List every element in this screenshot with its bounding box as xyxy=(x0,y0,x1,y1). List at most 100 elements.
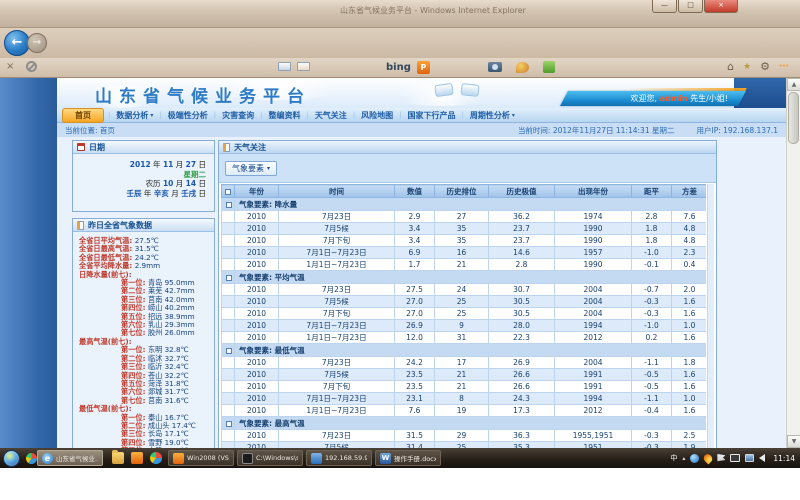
table-cell: 7月5候 xyxy=(279,223,395,235)
forward-button[interactable]: → xyxy=(27,33,47,53)
start-button[interactable] xyxy=(3,450,20,467)
nav-item-4[interactable]: 灾害查询 xyxy=(216,110,260,121)
table-cell: 2.3 xyxy=(672,247,707,259)
tray-clock[interactable]: 11:14 xyxy=(773,454,795,463)
globe-icon[interactable] xyxy=(690,454,699,463)
network-icon[interactable] xyxy=(730,454,740,462)
folder-icon[interactable] xyxy=(112,452,124,464)
taskbar-button-2[interactable]: Win2008 (VS2... xyxy=(168,450,234,466)
nav-item-2[interactable]: 数据分析▾ xyxy=(110,110,159,121)
table-row[interactable]: 20107月下旬23.52126.61991-0.51.6 xyxy=(222,381,707,393)
table-row[interactable]: 20107月1日~7月23日23.1824.31994-1.11.0 xyxy=(222,393,707,405)
panel-scrollbar[interactable] xyxy=(707,184,714,448)
media-player-icon[interactable] xyxy=(150,452,162,464)
overflow-icon[interactable]: ⋯ xyxy=(779,61,790,72)
display-icon[interactable] xyxy=(745,454,754,462)
nav-item-9[interactable]: 周期性分析▾ xyxy=(464,110,521,121)
table-cell: 2010 xyxy=(235,405,279,417)
table-cell: 24 xyxy=(435,284,489,296)
calendar-text: 10 xyxy=(163,179,173,188)
tools-icon[interactable]: ⚙ xyxy=(760,60,770,73)
column-header: 距平 xyxy=(632,185,672,198)
close-button[interactable]: × xyxy=(704,0,738,13)
table-row[interactable]: 20107月23日2.92736.219742.87.6 xyxy=(222,211,707,223)
nav-item-7[interactable]: 风险地图 xyxy=(355,110,399,121)
nav-item-6[interactable]: 天气关注 xyxy=(309,110,353,121)
favorites-icon[interactable]: ★ xyxy=(743,62,751,72)
mail-icon[interactable] xyxy=(297,62,310,71)
select-all-cell xyxy=(222,185,235,198)
group-header-row[interactable]: 气象要素: 最高气温 xyxy=(222,417,707,430)
minimize-button[interactable]: — xyxy=(652,0,677,13)
table-cell: 7月23日 xyxy=(279,430,395,442)
thunder-icon[interactable] xyxy=(702,452,714,464)
nav-item-3[interactable]: 极端性分析 xyxy=(162,110,214,121)
report-icon xyxy=(77,221,84,230)
app-orange-icon[interactable] xyxy=(131,452,143,464)
checkbox-icon[interactable] xyxy=(226,202,232,208)
scroll-up-icon[interactable]: ▲ xyxy=(787,78,800,91)
checkbox-icon[interactable] xyxy=(225,189,231,195)
table-cell: 23.1 xyxy=(395,393,435,405)
checkbox-icon[interactable] xyxy=(226,421,232,427)
page-scrollbar[interactable]: ▲ ▼ xyxy=(786,78,800,448)
snapshot-icon[interactable] xyxy=(278,62,291,71)
table-row[interactable]: 20107月下旬27.02530.52004-0.31.6 xyxy=(222,308,707,320)
pinned-app-icon[interactable] xyxy=(26,453,37,464)
close-toolbar-icon[interactable]: × xyxy=(6,61,14,72)
table-cell: 2012 xyxy=(555,332,632,344)
table-cell: 2010 xyxy=(235,259,279,271)
home-icon[interactable]: ⌂ xyxy=(727,60,734,73)
scroll-down-icon[interactable]: ▼ xyxy=(787,435,800,448)
table-cell: 1月1日~7月23日 xyxy=(279,332,395,344)
camera-extension-icon[interactable] xyxy=(488,62,502,72)
table-row[interactable]: 20107月5候23.52126.61991-0.51.6 xyxy=(222,369,707,381)
table-row[interactable]: 20107月5候27.02530.52004-0.31.6 xyxy=(222,296,707,308)
table-row[interactable]: 20107月1日~7月23日6.91614.61957-1.02.3 xyxy=(222,247,707,259)
calendar-text: 日 xyxy=(196,189,206,198)
taskbar-button-1[interactable]: e山东省气候业... xyxy=(37,450,103,466)
group-header-row[interactable]: 气象要素: 降水量 xyxy=(222,198,707,211)
nav-item-1[interactable]: 首页 xyxy=(62,108,104,123)
table-cell: 1.6 xyxy=(672,332,707,344)
table-cell: 2.5 xyxy=(672,430,707,442)
palette-extension-icon[interactable] xyxy=(516,62,529,73)
table-cell: 2010 xyxy=(235,320,279,332)
action-center-flag-icon[interactable] xyxy=(717,454,725,462)
table-row[interactable]: 20107月23日31.52936.31955,1951-0.32.5 xyxy=(222,430,707,442)
tray-expand-icon[interactable]: ▴ xyxy=(682,455,685,462)
checkbox-icon[interactable] xyxy=(226,275,232,281)
element-filter-button[interactable]: 气象要素 ▾ xyxy=(225,161,277,176)
table-cell: 2010 xyxy=(235,211,279,223)
table-row[interactable]: 20107月5候3.43523.719901.84.8 xyxy=(222,223,707,235)
table-cell: 14.6 xyxy=(489,247,555,259)
table-row[interactable]: 20101月1日~7月23日1.7212.81990-0.10.4 xyxy=(222,259,707,271)
table-row[interactable]: 20101月1日~7月23日12.03122.320120.21.6 xyxy=(222,332,707,344)
checkbox-icon[interactable] xyxy=(226,348,232,354)
nav-item-8[interactable]: 国家下行产品 xyxy=(402,110,462,121)
browser-nav-row: ← → http://192.168.137.1/GLCCLIMATE/modu… xyxy=(0,28,800,58)
table-cell: 2010 xyxy=(235,357,279,369)
taskbar-button-4[interactable]: 192.168.59.99... xyxy=(306,450,372,466)
volume-icon[interactable] xyxy=(759,454,765,462)
table-row[interactable]: 20107月下旬3.43523.719901.84.8 xyxy=(222,235,707,247)
bing-logo[interactable]: bing xyxy=(386,62,411,73)
scrollbar-thumb[interactable] xyxy=(788,92,799,144)
maximize-button[interactable]: □ xyxy=(678,0,703,13)
table-row[interactable]: 20107月23日24.21726.92004-1.11.8 xyxy=(222,357,707,369)
taskbar-button-5[interactable]: W操作手册.docx ... xyxy=(375,450,441,466)
group-header-row[interactable]: 气象要素: 最低气温 xyxy=(222,344,707,357)
search-provider-icon[interactable]: P xyxy=(417,61,430,74)
table-row[interactable]: 20101月1日~7月23日7.61917.32012-0.41.6 xyxy=(222,405,707,417)
table-cell: 1.6 xyxy=(672,369,707,381)
addon-extension-icon[interactable] xyxy=(543,61,555,73)
taskbar-button-3[interactable]: C:\Windows\s... xyxy=(237,450,303,466)
table-cell: 26.6 xyxy=(489,381,555,393)
nav-item-5[interactable]: 整编资料 xyxy=(262,110,306,121)
table-row[interactable]: 20107月1日~7月23日26.9928.01994-1.01.0 xyxy=(222,320,707,332)
ime-indicator[interactable]: 中 xyxy=(670,453,677,463)
calendar-text: 11 xyxy=(163,160,173,169)
table-row[interactable]: 20107月23日27.52430.72004-0.72.0 xyxy=(222,284,707,296)
row-gutter-cell xyxy=(222,405,235,417)
group-header-row[interactable]: 气象要素: 平均气温 xyxy=(222,271,707,284)
